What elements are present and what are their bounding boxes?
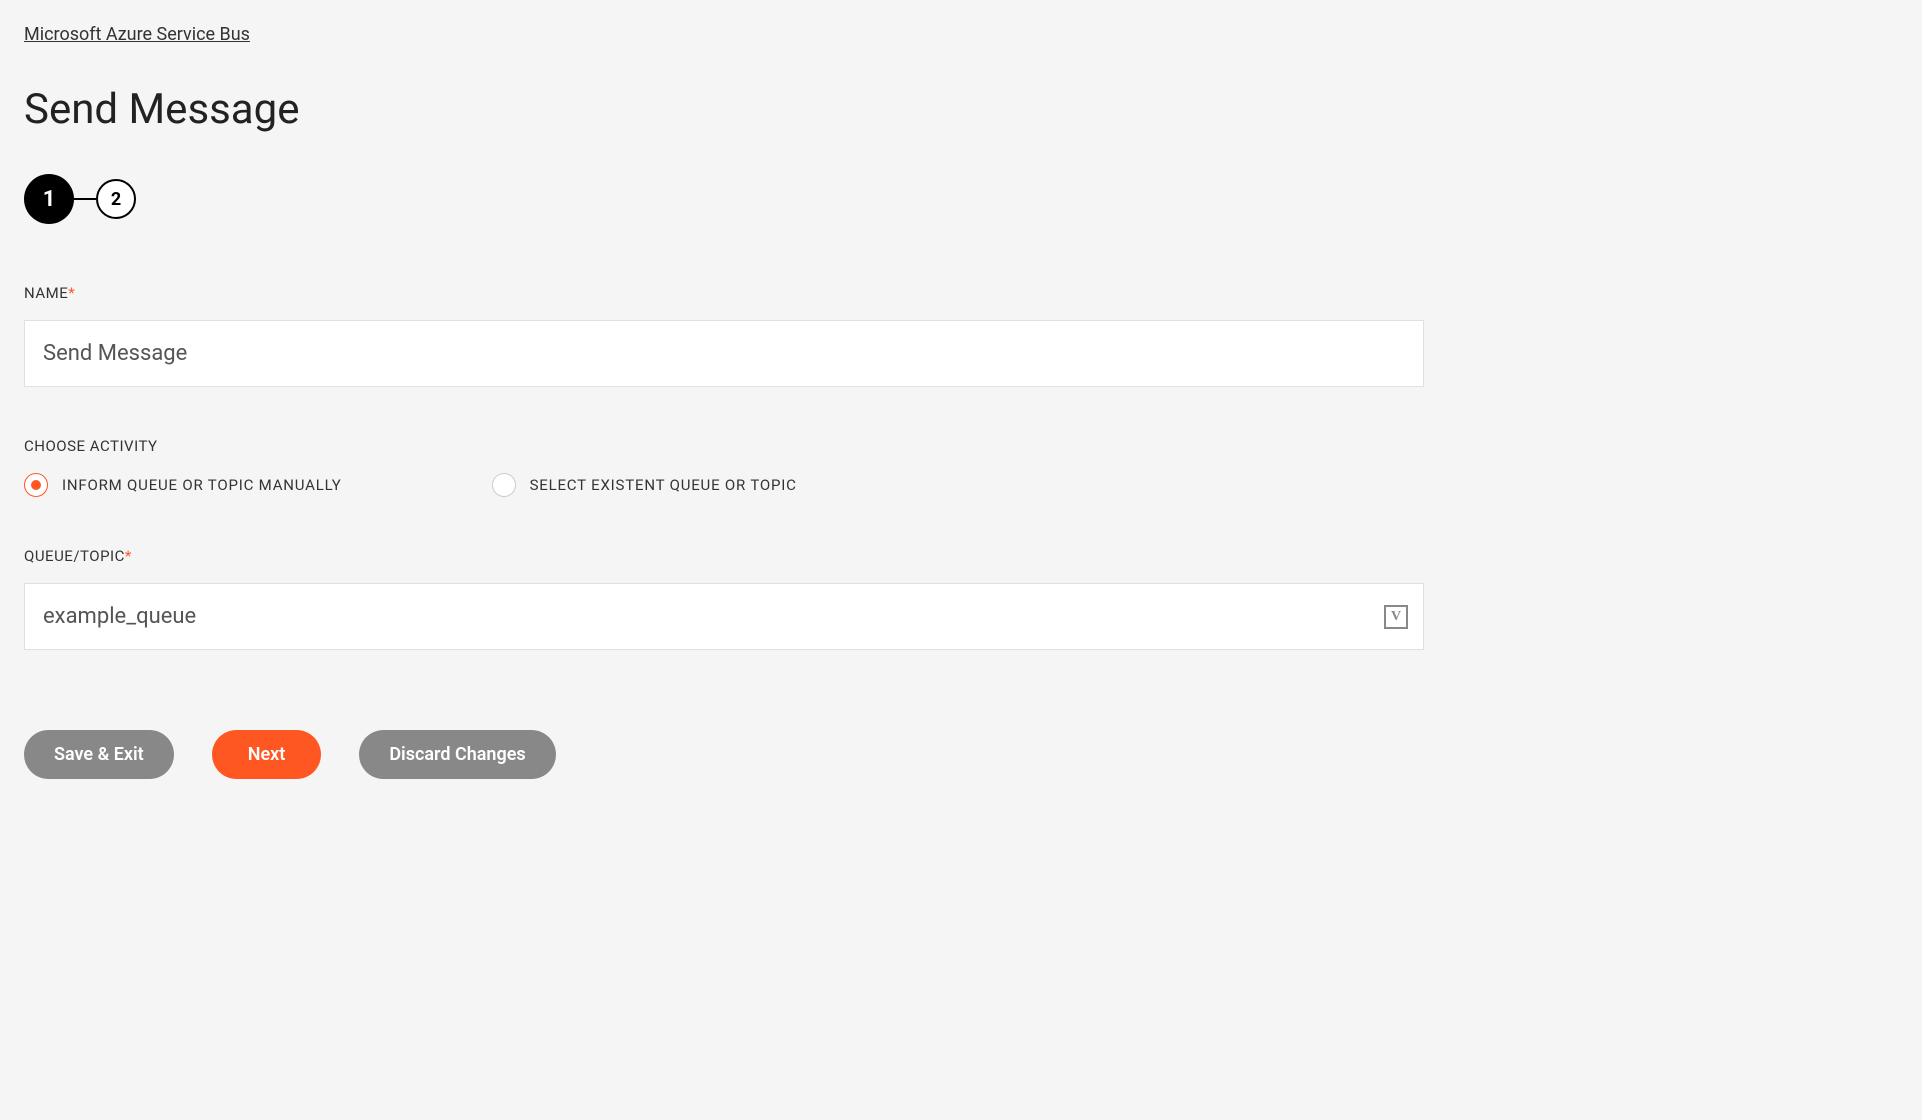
next-button[interactable]: Next: [212, 730, 322, 779]
radio-circle-icon: [492, 473, 516, 497]
step-2[interactable]: 2: [96, 179, 136, 219]
radio-circle-icon: [24, 473, 48, 497]
required-marker: *: [68, 284, 75, 302]
queue-topic-field-group: QUEUE/TOPIC* V: [24, 547, 1898, 650]
save-exit-button[interactable]: Save & Exit: [24, 730, 174, 779]
activity-radio-group: INFORM QUEUE OR TOPIC MANUALLY SELECT EX…: [24, 473, 1898, 497]
radio-label-inform: INFORM QUEUE OR TOPIC MANUALLY: [62, 476, 342, 494]
name-label-text: NAME: [24, 284, 68, 302]
radio-inform-manually[interactable]: INFORM QUEUE OR TOPIC MANUALLY: [24, 473, 342, 497]
name-field-group: NAME*: [24, 284, 1898, 387]
step-1[interactable]: 1: [24, 174, 74, 224]
name-label: NAME*: [24, 284, 1898, 302]
activity-field-group: CHOOSE ACTIVITY INFORM QUEUE OR TOPIC MA…: [24, 437, 1898, 497]
stepper: 1 2: [24, 174, 1898, 224]
radio-select-existent[interactable]: SELECT EXISTENT QUEUE OR TOPIC: [492, 473, 797, 497]
breadcrumb-link[interactable]: Microsoft Azure Service Bus: [24, 24, 250, 45]
queue-topic-label-text: QUEUE/TOPIC: [24, 547, 125, 565]
page-title: Send Message: [24, 85, 1898, 134]
queue-topic-input-wrapper: V: [24, 583, 1424, 650]
discard-changes-button[interactable]: Discard Changes: [359, 730, 555, 779]
radio-dot-icon: [31, 480, 41, 490]
queue-topic-label: QUEUE/TOPIC*: [24, 547, 1898, 565]
activity-label: CHOOSE ACTIVITY: [24, 437, 1898, 455]
queue-topic-input[interactable]: [24, 583, 1424, 650]
name-input[interactable]: [24, 320, 1424, 387]
radio-label-select: SELECT EXISTENT QUEUE OR TOPIC: [530, 476, 797, 494]
step-connector: [74, 198, 96, 200]
required-marker: *: [125, 547, 132, 565]
variable-icon[interactable]: V: [1384, 605, 1408, 629]
button-row: Save & Exit Next Discard Changes: [24, 730, 1898, 779]
